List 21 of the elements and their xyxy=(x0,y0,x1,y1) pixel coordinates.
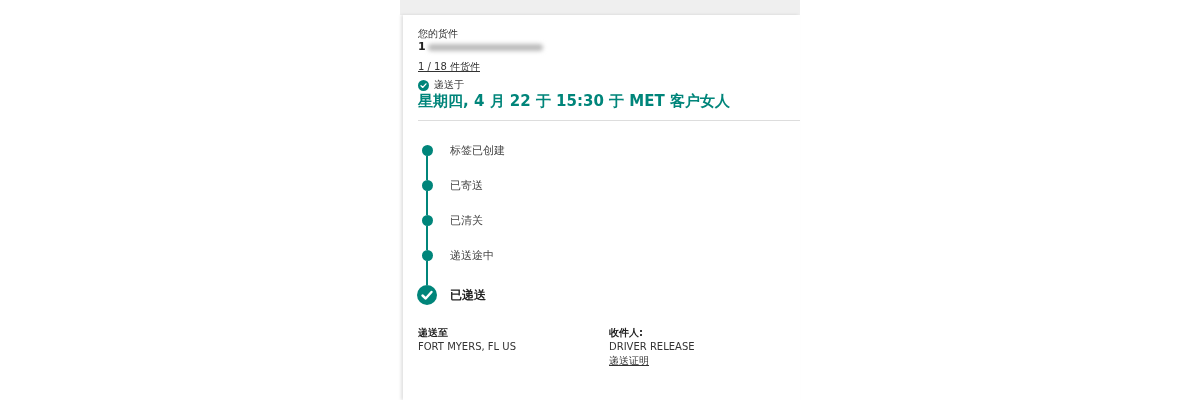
timeline-line xyxy=(426,191,428,215)
step-label: 已递送 xyxy=(450,287,486,304)
detail-value: DRIVER RELEASE xyxy=(609,340,696,354)
shipment-label: 您的货件 xyxy=(418,27,459,40)
proof-of-delivery-link[interactable]: 递送证明 xyxy=(609,354,649,368)
check-circle-icon xyxy=(418,79,429,91)
delivery-headline: 星期四, 4 月 22 于 15:30 于 MET 客户女人 xyxy=(418,91,731,111)
shipment-count-link[interactable]: 1 / 18 件货件 xyxy=(418,60,480,73)
timeline-line xyxy=(426,156,428,180)
step-label: 标签已创建 xyxy=(450,145,505,159)
step-label: 递送途中 xyxy=(450,250,494,264)
status-label: 递送于 xyxy=(434,79,464,91)
step-label: 已清关 xyxy=(450,215,483,229)
timeline-line xyxy=(426,226,428,250)
detail-value: FORT MYERS, FL US xyxy=(418,340,517,354)
timeline-line xyxy=(426,261,428,285)
detail-heading: 收件人: xyxy=(609,326,644,340)
step-label: 已寄送 xyxy=(450,180,483,194)
check-circle-icon xyxy=(417,285,437,305)
tracking-number: 1 xyxy=(418,39,426,55)
detail-heading: 递送至 xyxy=(418,326,449,340)
